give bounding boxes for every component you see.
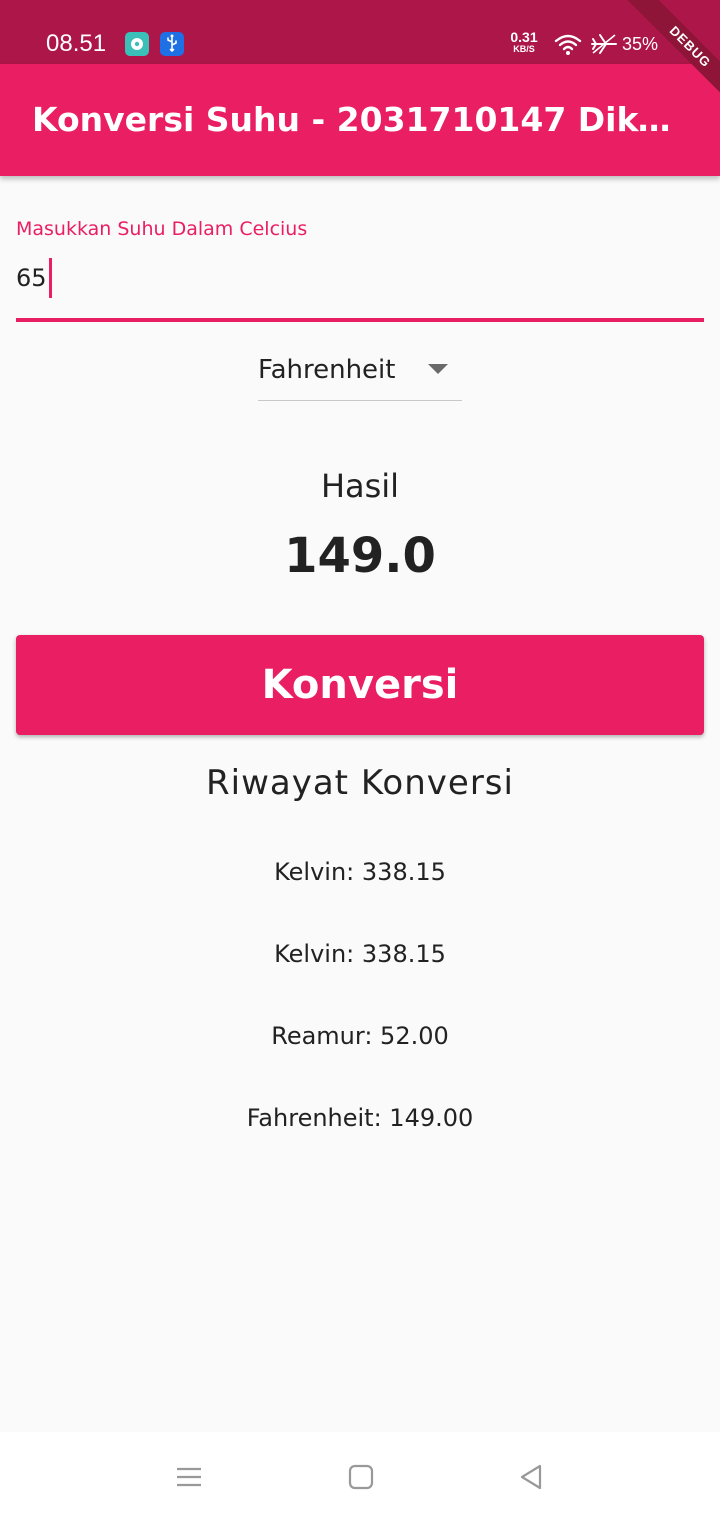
convert-button[interactable]: Konversi <box>16 635 704 735</box>
page-title: Konversi Suhu - 2031710147 Dike Ay... <box>32 100 692 139</box>
history-item: Kelvin: 338.15 <box>274 940 446 968</box>
history-item: Fahrenheit: 149.00 <box>246 1104 474 1132</box>
dropdown-selected-value: Fahrenheit <box>258 355 396 385</box>
music-app-icon <box>125 32 149 56</box>
back-icon[interactable] <box>516 1462 546 1492</box>
network-speed-unit: KB/S <box>513 44 535 54</box>
status-time: 08.51 <box>46 30 107 57</box>
app-bar: Konversi Suhu - 2031710147 Dike Ay... <box>0 64 720 176</box>
history-title: Riwayat Konversi <box>206 763 514 803</box>
celsius-input-value: 65 <box>16 264 47 292</box>
history-item: Kelvin: 338.15 <box>274 858 446 886</box>
airplane-mode-icon <box>590 32 618 60</box>
text-cursor <box>48 258 52 298</box>
history-item: Reamur: 52.00 <box>271 1022 449 1050</box>
battery-level: 35% <box>622 34 659 54</box>
celsius-input-label: Masukkan Suhu Dalam Celcius <box>16 218 308 240</box>
network-speed: 0.31 KB/S <box>508 30 540 54</box>
dropdown-arrow-icon <box>428 364 448 374</box>
network-speed-value: 0.31 <box>510 29 538 45</box>
home-icon[interactable] <box>346 1462 376 1492</box>
app-screen: 08.51 0.31 KB/S 35% DEBUG Konversi Suhu … <box>0 0 720 1520</box>
system-nav-bar <box>0 1432 720 1520</box>
celsius-input[interactable]: 65 <box>16 258 52 298</box>
unit-dropdown[interactable]: Fahrenheit <box>258 348 462 401</box>
menu-icon[interactable] <box>174 1462 204 1492</box>
result-value: 149.0 <box>284 528 436 584</box>
input-underline <box>16 318 704 322</box>
status-bar: 08.51 0.31 KB/S 35% <box>0 0 720 64</box>
wifi-icon <box>554 32 582 60</box>
result-label: Hasil <box>320 467 400 505</box>
usb-icon <box>160 32 184 56</box>
